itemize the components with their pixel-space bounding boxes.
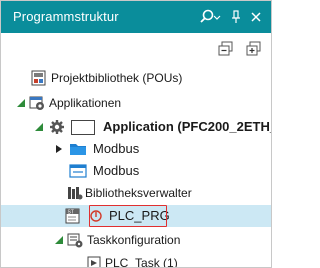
tree-item-modbus[interactable]: Modbus (1, 160, 271, 182)
tree-item-label: Modbus (93, 141, 140, 156)
library-manager-icon (68, 187, 83, 200)
panel-title: Programmstruktur (13, 9, 119, 24)
close-button[interactable] (247, 7, 265, 27)
collapse-all-icon (218, 41, 233, 56)
modbus-icon (69, 164, 87, 178)
applications-icon (29, 96, 44, 110)
tree-item-application[interactable]: Application (PFC200_2ETH_ (1, 116, 271, 138)
tree-item-label: Modbus (93, 163, 140, 178)
search-icon (200, 9, 221, 23)
tree-item-label: Bibliotheksverwalter (85, 186, 192, 200)
tree-item-bibliotheksverwalter[interactable]: Bibliotheksverwalter (1, 182, 271, 204)
tree-item-modbus-folder[interactable]: Modbus (1, 138, 271, 160)
tree-item-label: Taskkonfiguration (87, 233, 181, 247)
collapsed-arrow-icon[interactable] (55, 145, 63, 153)
tree-item-plc-task[interactable]: PLC_Task (1) (1, 252, 271, 268)
tree-item-label: Projektbibliothek (POUs) (51, 71, 183, 85)
task-icon (87, 256, 101, 267)
tree-item-applikationen[interactable]: Applikationen (1, 92, 271, 114)
pin-icon (232, 10, 240, 23)
tree-item-label: PLC_Task (1) (105, 256, 178, 268)
highlight-frame (89, 205, 167, 227)
close-icon (251, 12, 261, 22)
expanded-arrow-icon[interactable] (17, 99, 25, 107)
svg-text:ST: ST (68, 210, 74, 216)
task-configuration-icon (67, 233, 83, 248)
folder-icon (70, 144, 86, 155)
expand-all-button[interactable] (245, 41, 263, 57)
library-icon (31, 70, 46, 86)
collapse-all-button[interactable] (217, 41, 235, 57)
tree-item-taskkonfiguration[interactable]: Taskkonfiguration (1, 229, 271, 251)
expand-all-icon (246, 41, 261, 56)
panel-title-bar: Programmstruktur (1, 1, 271, 33)
tree-item-label: Application (PFC200_2ETH_ (103, 119, 272, 134)
tree-item-projektbibliothek[interactable]: Projektbibliothek (POUs) (1, 67, 271, 89)
gear-icon (50, 120, 64, 134)
structured-text-icon: ST (65, 208, 80, 224)
program-structure-panel: Programmstruktur Projektbibliothek (POUs… (0, 0, 272, 268)
expanded-arrow-icon[interactable] (55, 236, 63, 244)
pin-button[interactable] (229, 7, 243, 27)
device-box (71, 120, 95, 135)
tree-item-label: Applikationen (49, 96, 122, 110)
search-button[interactable] (197, 7, 223, 27)
expanded-arrow-icon[interactable] (35, 123, 43, 131)
